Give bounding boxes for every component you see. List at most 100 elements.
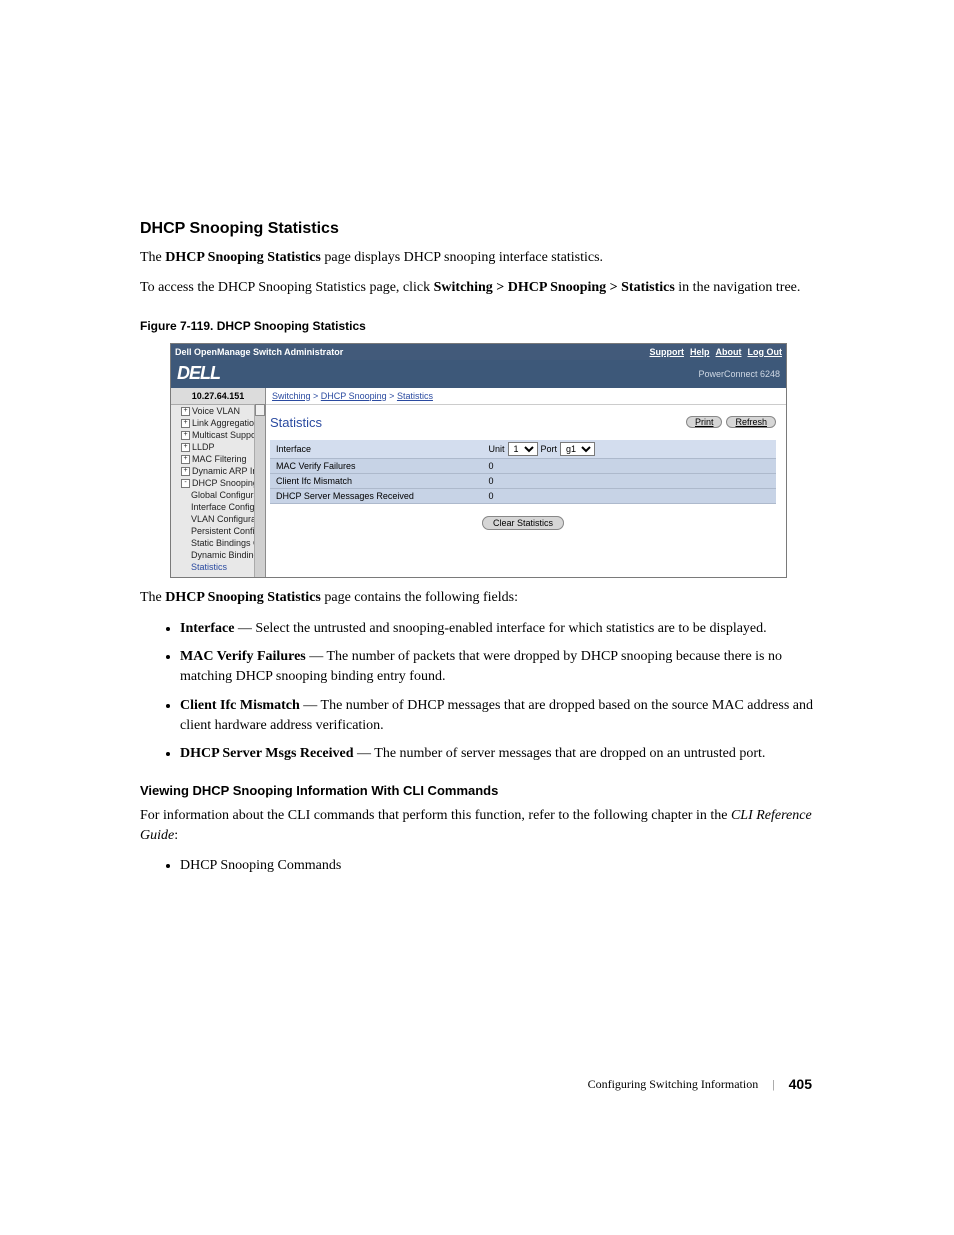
text: For information about the CLI commands t… — [140, 808, 731, 823]
port-select[interactable]: g1 — [560, 442, 595, 456]
expand-icon[interactable]: + — [181, 407, 190, 416]
field-description: — The number of server messages that are… — [354, 746, 766, 761]
nav-item-label: Global Configurat — [191, 490, 261, 500]
intro-paragraph-1: The DHCP Snooping Statistics page displa… — [140, 248, 814, 268]
page-footer: Configuring Switching Information | 405 — [140, 1076, 814, 1092]
text: page contains the following fields: — [321, 590, 518, 605]
nav-tree-item[interactable]: Dynamic Binding — [171, 549, 265, 561]
nav-item-label: VLAN Configurati — [191, 514, 261, 524]
list-item: Interface — Select the untrusted and sno… — [180, 619, 814, 639]
nav-tree-item[interactable]: +MAC Filtering — [171, 453, 265, 465]
text: To access the DHCP Snooping Statistics p… — [140, 280, 434, 295]
table-row: MAC Verify Failures 0 — [270, 458, 776, 473]
cell-label: Interface — [270, 440, 483, 459]
breadcrumb-link[interactable]: DHCP Snooping — [321, 391, 387, 401]
nav-item-label: DHCP Snooping — [192, 478, 258, 488]
cell-value: 0 — [483, 473, 776, 488]
cell-value: 0 — [483, 458, 776, 473]
cli-paragraph: For information about the CLI commands t… — [140, 806, 814, 847]
cli-heading: Viewing DHCP Snooping Information With C… — [140, 783, 814, 798]
cell-label: MAC Verify Failures — [270, 458, 483, 473]
logo-bar: DELL PowerConnect 6248 — [171, 360, 786, 388]
nav-tree-item[interactable]: Interface Configu — [171, 501, 265, 513]
panel-title: Statistics — [270, 415, 322, 430]
expand-icon[interactable]: + — [181, 467, 190, 476]
port-label: Port — [541, 444, 558, 454]
cell-label: Client Ifc Mismatch — [270, 473, 483, 488]
nav-item-label: Interface Configu — [191, 502, 260, 512]
nav-item-label: Link Aggregation — [192, 418, 259, 428]
text-bold: Switching > DHCP Snooping > Statistics — [434, 280, 675, 295]
field-term: DHCP Server Msgs Received — [180, 746, 354, 761]
list-item: DHCP Server Msgs Received — The number o… — [180, 744, 814, 764]
nav-tree[interactable]: 10.27.64.151 +Voice VLAN+Link Aggregatio… — [171, 388, 266, 578]
nav-tree-item[interactable]: +Voice VLAN — [171, 405, 265, 417]
text: : — [174, 828, 178, 843]
nav-tree-item[interactable]: +Dynamic ARP Inspe — [171, 465, 265, 477]
clear-statistics-button[interactable]: Clear Statistics — [482, 516, 564, 530]
fields-intro: The DHCP Snooping Statistics page contai… — [140, 588, 814, 608]
breadcrumb: Switching > DHCP Snooping > Statistics — [266, 388, 786, 405]
list-item: MAC Verify Failures — The number of pack… — [180, 647, 814, 688]
print-button[interactable]: Print — [686, 416, 723, 428]
dell-logo: DELL — [177, 363, 220, 384]
page-number: 405 — [789, 1076, 812, 1092]
breadcrumb-link[interactable]: Switching — [272, 391, 311, 401]
list-item: Client Ifc Mismatch — The number of DHCP… — [180, 696, 814, 737]
text: The — [140, 590, 165, 605]
nav-tree-item[interactable]: +Multicast Support — [171, 429, 265, 441]
cell-value: Unit 1 Port g1 — [483, 440, 776, 459]
text-bold: DHCP Snooping Statistics — [165, 250, 321, 265]
section-heading: DHCP Snooping Statistics — [140, 220, 814, 238]
app-title: Dell OpenManage Switch Administrator — [175, 347, 343, 357]
nav-tree-item[interactable]: VLAN Configurati — [171, 513, 265, 525]
text: page displays DHCP snooping interface st… — [321, 250, 603, 265]
nav-tree-item[interactable]: +Link Aggregation — [171, 417, 265, 429]
cell-value: 0 — [483, 488, 776, 503]
support-link[interactable]: Support — [649, 347, 684, 357]
nav-tree-item[interactable]: Global Configurat — [171, 489, 265, 501]
nav-item-label: Dynamic Binding — [191, 550, 259, 560]
nav-ip-address: 10.27.64.151 — [171, 388, 265, 405]
fields-list: Interface — Select the untrusted and sno… — [140, 619, 814, 765]
text: in the navigation tree. — [675, 280, 801, 295]
app-titlebar: Dell OpenManage Switch Administrator Sup… — [171, 344, 786, 360]
figure-caption: Figure 7-119. DHCP Snooping Statistics — [140, 319, 814, 333]
nav-tree-item[interactable]: Statistics — [171, 561, 265, 573]
logout-link[interactable]: Log Out — [748, 347, 783, 357]
expand-icon[interactable]: + — [181, 443, 190, 452]
nav-item-label: Persistent Config — [191, 526, 260, 536]
breadcrumb-link[interactable]: Statistics — [397, 391, 433, 401]
cell-label: DHCP Server Messages Received — [270, 488, 483, 503]
unit-select[interactable]: 1 — [508, 442, 538, 456]
field-term: Client Ifc Mismatch — [180, 698, 300, 713]
screenshot-panel: Dell OpenManage Switch Administrator Sup… — [170, 343, 787, 579]
collapse-icon[interactable]: - — [181, 479, 190, 488]
expand-icon[interactable]: + — [181, 455, 190, 464]
refresh-button[interactable]: Refresh — [726, 416, 776, 428]
nav-tree-item[interactable]: Static Bindings C — [171, 537, 265, 549]
scrollbar[interactable] — [254, 404, 265, 578]
nav-tree-item[interactable]: Persistent Config — [171, 525, 265, 537]
text-bold: DHCP Snooping Statistics — [165, 590, 321, 605]
unit-label: Unit — [489, 444, 505, 454]
nav-tree-item[interactable]: -DHCP Snooping — [171, 477, 265, 489]
about-link[interactable]: About — [716, 347, 742, 357]
nav-item-label: MAC Filtering — [192, 454, 247, 464]
table-row: Client Ifc Mismatch 0 — [270, 473, 776, 488]
statistics-table: Interface Unit 1 Port g1 — [270, 440, 776, 504]
footer-chapter: Configuring Switching Information — [588, 1077, 759, 1092]
text: The — [140, 250, 165, 265]
cli-list: DHCP Snooping Commands — [140, 856, 814, 876]
footer-separator: | — [772, 1077, 774, 1092]
table-row: Interface Unit 1 Port g1 — [270, 440, 776, 459]
nav-item-label: Multicast Support — [192, 430, 262, 440]
intro-paragraph-2: To access the DHCP Snooping Statistics p… — [140, 278, 814, 298]
expand-icon[interactable]: + — [181, 419, 190, 428]
table-row: DHCP Server Messages Received 0 — [270, 488, 776, 503]
help-link[interactable]: Help — [690, 347, 710, 357]
field-term: Interface — [180, 621, 234, 636]
nav-tree-item[interactable]: +LLDP — [171, 441, 265, 453]
field-term: MAC Verify Failures — [180, 649, 306, 664]
expand-icon[interactable]: + — [181, 431, 190, 440]
